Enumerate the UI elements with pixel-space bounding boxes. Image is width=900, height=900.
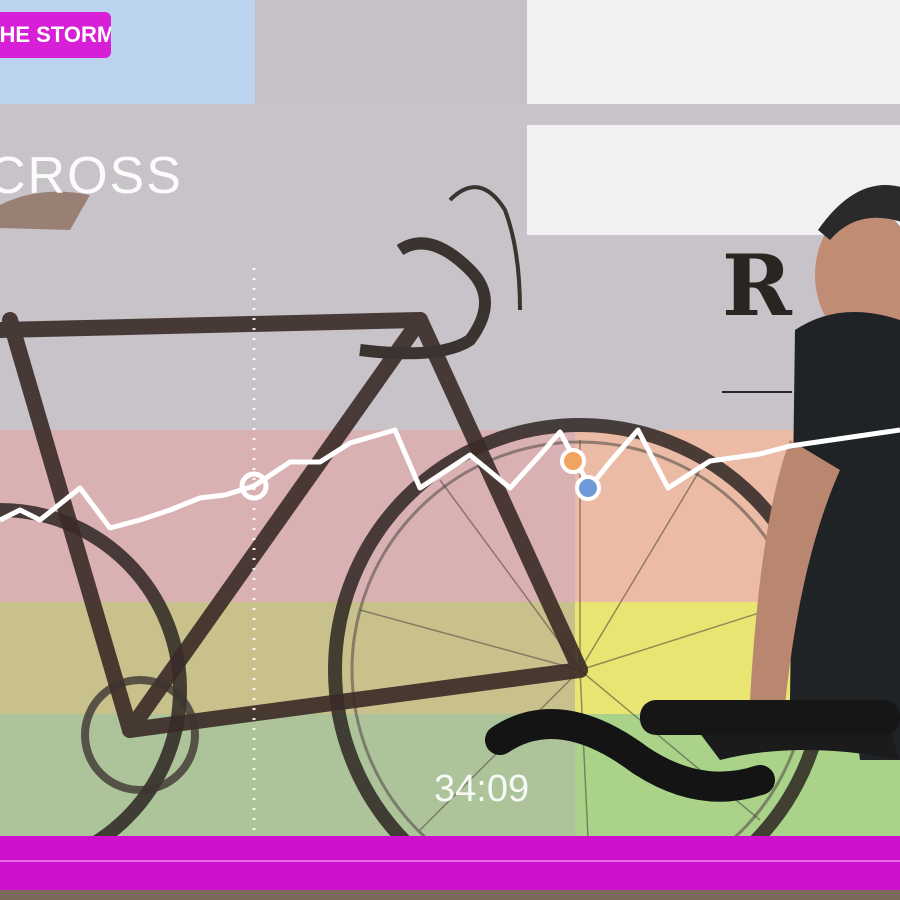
background-illustration bbox=[0, 0, 900, 900]
checkpoint-marker-icon bbox=[575, 475, 601, 501]
top-right-panel bbox=[527, 0, 900, 104]
workout-badge: THE STORM bbox=[0, 12, 111, 58]
floor-strip bbox=[0, 890, 900, 900]
progress-bar-divider bbox=[0, 860, 900, 862]
wall-sign-letter: R bbox=[722, 236, 794, 335]
progress-bar[interactable] bbox=[0, 836, 900, 890]
workout-screen-title: CROSS bbox=[0, 147, 183, 205]
elapsed-timer: 34:09 bbox=[434, 768, 530, 810]
checkpoint-marker-icon bbox=[560, 448, 586, 474]
video-scene: CROSS R bbox=[0, 0, 900, 900]
